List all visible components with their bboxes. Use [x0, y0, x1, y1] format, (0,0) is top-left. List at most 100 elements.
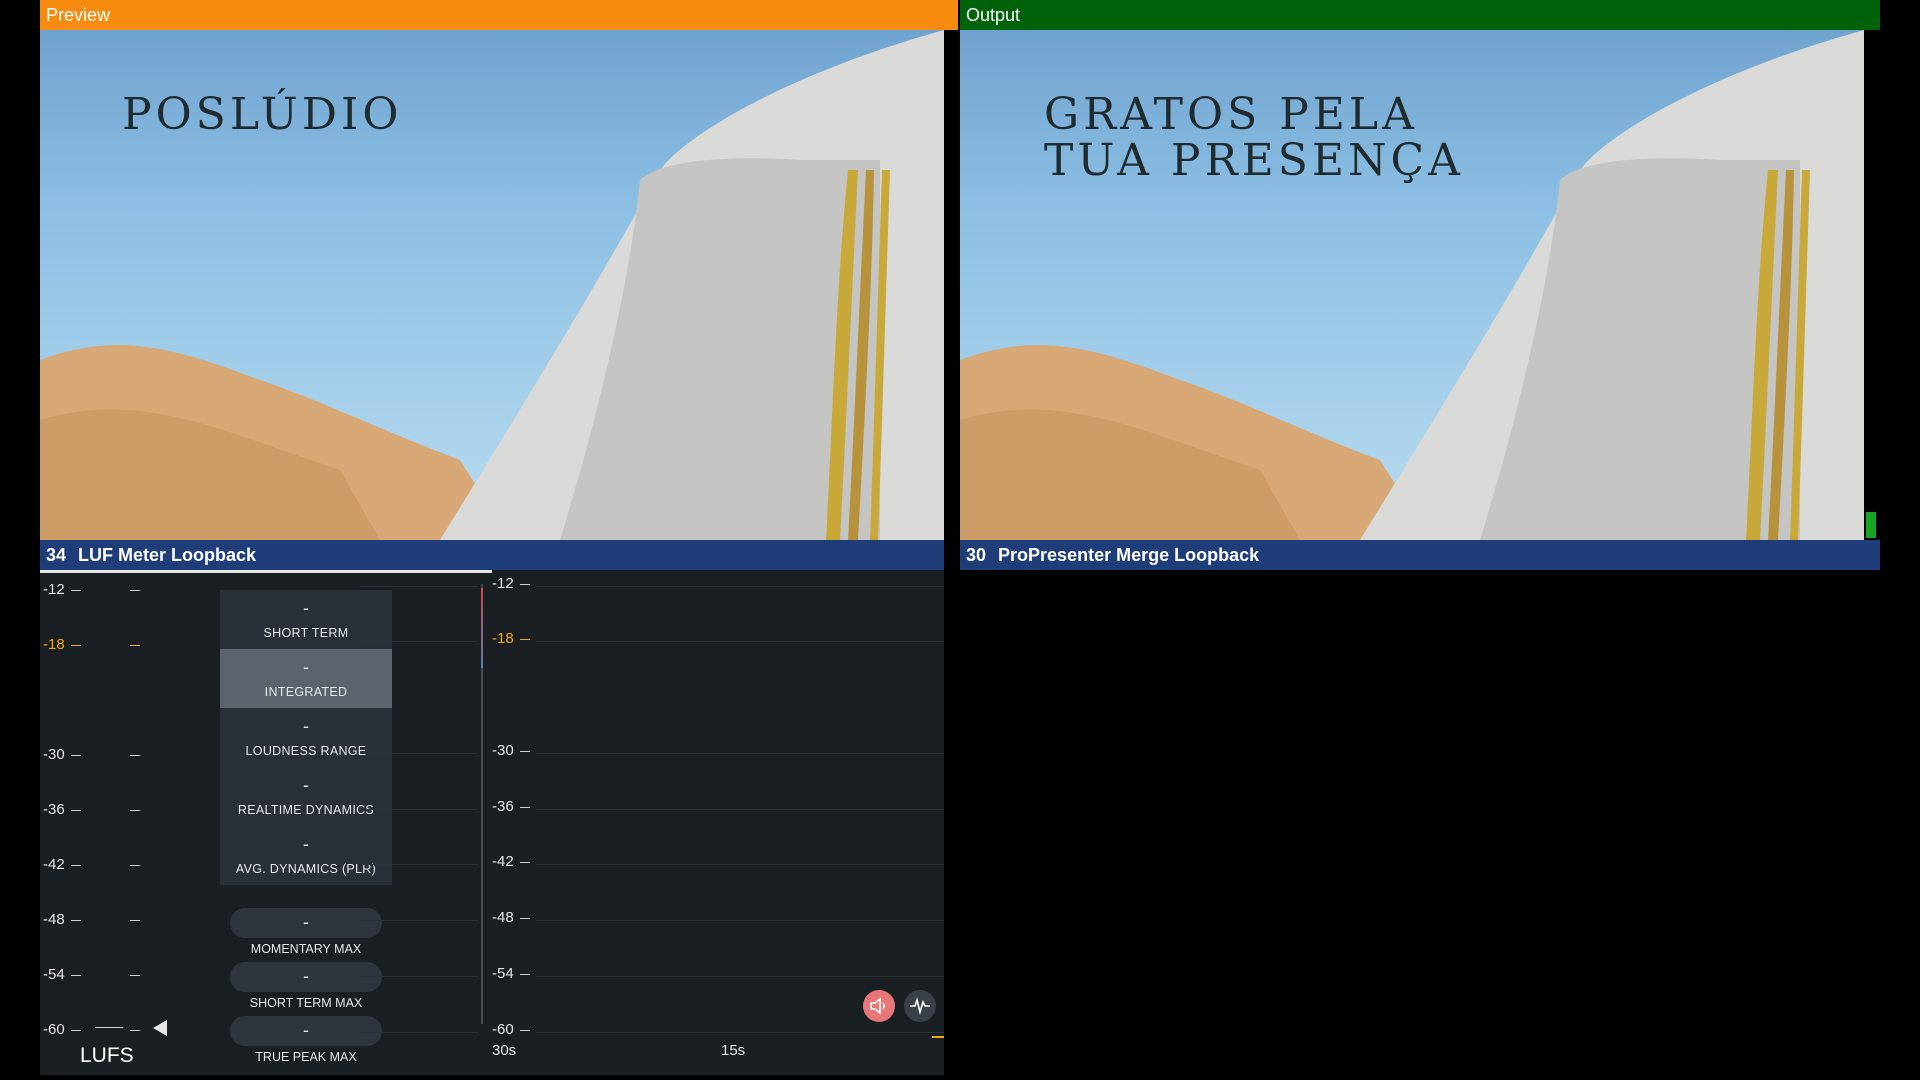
scale-tick: [520, 1030, 530, 1031]
time-label-15s: 15s: [721, 1042, 746, 1059]
grid-line: [536, 753, 944, 754]
stat-label: TRUE PEAK MAX: [255, 1050, 357, 1064]
grid-line: [360, 753, 478, 754]
grid-line: [536, 976, 944, 977]
output-header: Output: [960, 0, 1880, 30]
true-peak-max[interactable]: - TRUE PEAK MAX: [220, 1016, 392, 1064]
scale-tick: [130, 645, 140, 646]
stat-value: -: [230, 1016, 382, 1046]
level-marker: [932, 1036, 944, 1038]
right-scale-label: -36: [492, 798, 514, 815]
scale-tick: [71, 1030, 81, 1031]
grid-line: [536, 586, 944, 587]
stat-value: -: [303, 657, 309, 677]
meter-top-line: [40, 570, 492, 573]
right-scale-label: -48: [492, 909, 514, 926]
scale-tick: [130, 975, 140, 976]
source-number: 34: [46, 545, 67, 565]
scale-tick: [130, 1030, 140, 1031]
left-scale-label: -12: [43, 581, 65, 598]
source-bar-luf-meter[interactable]: 34 LUF Meter Loopback: [40, 540, 944, 570]
stat-label: SHORT TERM: [263, 626, 349, 640]
source-name: ProPresenter Merge Loopback: [998, 545, 1260, 565]
grid-line: [360, 586, 478, 587]
luf-meter-panel: -12 -18 -30 -36 -42 -48 -54 -60 - SHORT TERM - …: [40, 570, 944, 1075]
scale-tick: [520, 862, 530, 863]
left-scale-label: -60: [43, 1021, 65, 1038]
stat-label: SHORT TERM MAX: [249, 996, 363, 1010]
scale-tick: [71, 810, 81, 811]
scale-tick: [71, 755, 81, 756]
right-scale-label: -30: [492, 742, 514, 759]
playhead-marker: [481, 588, 483, 668]
right-scale-label: -42: [492, 853, 514, 870]
lufs-unit-label: LUFS: [80, 1044, 134, 1067]
source-name: LUF Meter Loopback: [78, 545, 257, 565]
scale-tick: [71, 865, 81, 866]
grid-line: [360, 641, 478, 642]
scale-tick: [520, 639, 530, 640]
grid-line: [360, 809, 478, 810]
stat-label: LOUDNESS RANGE: [245, 744, 367, 758]
left-scale-label: -30: [43, 746, 65, 763]
scale-tick: [520, 918, 530, 919]
source-number: 30: [966, 545, 987, 565]
stat-label: REALTIME DYNAMICS: [237, 803, 375, 817]
source-bar-propresenter[interactable]: 30 ProPresenter Merge Loopback: [960, 540, 1880, 570]
stat-loudness-range[interactable]: - LOUDNESS RANGE: [220, 708, 392, 767]
right-scale-label: -54: [492, 965, 514, 982]
waveform-button[interactable]: [904, 990, 936, 1022]
stat-value: -: [303, 834, 309, 854]
right-scale-label: -18: [492, 630, 514, 647]
grid-line: [536, 1032, 944, 1033]
left-scale-label: -36: [43, 801, 65, 818]
level-pointer-icon[interactable]: [153, 1020, 167, 1036]
scale-tick: [130, 920, 140, 921]
scale-tick: [520, 974, 530, 975]
output-slide-text: GRATOS PELA TUA PRESENÇA: [1044, 89, 1464, 186]
momentary-max[interactable]: - MOMENTARY MAX: [220, 908, 392, 956]
preview-slide[interactable]: POSLÚDIO: [40, 30, 944, 540]
scale-tick: [71, 975, 81, 976]
stat-avg-dynamics[interactable]: - AVG. DYNAMICS (PLR): [220, 826, 392, 885]
stat-value: -: [230, 908, 382, 938]
stat-label: INTEGRATED: [264, 685, 348, 699]
grid-line: [360, 864, 478, 865]
stat-integrated[interactable]: - INTEGRATED: [220, 649, 392, 708]
scale-tick: [130, 590, 140, 591]
right-scale-label: -60: [492, 1021, 514, 1038]
stat-value: -: [303, 716, 309, 736]
scale-tick: [71, 920, 81, 921]
stat-value: -: [303, 598, 309, 618]
speaker-icon: [870, 997, 885, 1015]
scale-tick: [71, 590, 81, 591]
grid-line: [536, 864, 944, 865]
scale-tick: [520, 807, 530, 808]
short-term-max[interactable]: - SHORT TERM MAX: [220, 962, 392, 1010]
left-scale-label: -54: [43, 966, 65, 983]
waveform-icon: [910, 997, 930, 1015]
left-scale-label: -48: [43, 911, 65, 928]
stat-label: MOMENTARY MAX: [250, 942, 362, 956]
preview-header: Preview: [40, 0, 958, 30]
stat-realtime-dynamics[interactable]: - REALTIME DYNAMICS: [220, 767, 392, 826]
output-title: Output: [966, 5, 1021, 25]
speaker-button[interactable]: [863, 990, 895, 1022]
scale-tick: [130, 865, 140, 866]
left-scale-label: -42: [43, 856, 65, 873]
scale-tick: [130, 810, 140, 811]
grid-line: [360, 976, 478, 977]
grid-line: [360, 920, 478, 921]
scale-tick: [71, 645, 81, 646]
grid-line: [536, 641, 944, 642]
grid-line: [360, 1032, 478, 1033]
output-slide[interactable]: GRATOS PELA TUA PRESENÇA: [960, 30, 1864, 540]
stat-value: -: [303, 775, 309, 795]
output-level-indicator: [1866, 512, 1876, 538]
scale-tick: [130, 755, 140, 756]
scale-tick: [520, 584, 530, 585]
loudness-stats: - SHORT TERM - INTEGRATED - LOUDNESS RAN…: [220, 590, 392, 885]
pointer-line: [95, 1027, 123, 1028]
right-scale-label: -12: [492, 575, 514, 592]
preview-title: Preview: [46, 5, 111, 25]
